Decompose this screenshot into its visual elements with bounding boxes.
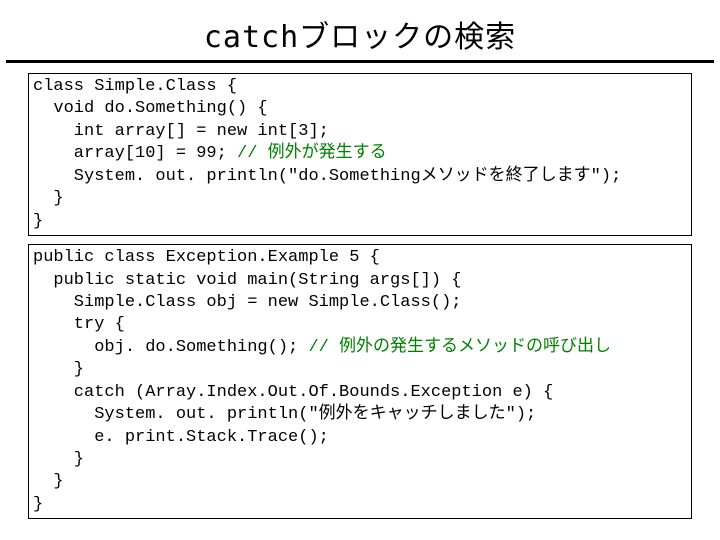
code-line: obj. do.Something();: [33, 338, 308, 357]
code-line: public class Exception.Example 5 {: [33, 248, 380, 267]
code-line: e. print.Stack.Trace();: [33, 428, 329, 447]
code-comment: // 例外の発生するメソッドの呼び出し: [308, 338, 611, 357]
code-block-2: public class Exception.Example 5 { publi…: [28, 244, 692, 519]
code-line: }: [33, 450, 84, 469]
code-line: }: [33, 472, 64, 491]
code-line: catch (Array.Index.Out.Of.Bounds.Excepti…: [33, 383, 553, 402]
code-line: void do.Something() {: [33, 99, 268, 118]
slide-title: catchブロックの検索: [0, 0, 720, 60]
slide: catchブロックの検索 class Simple.Class { void d…: [0, 0, 720, 540]
code-line: class Simple.Class {: [33, 77, 237, 96]
code-comment: // 例外が発生する: [237, 144, 387, 163]
code-line: }: [33, 212, 43, 231]
code-line: }: [33, 189, 64, 208]
code-line: System. out. println("do.Somethingメソッドを終…: [33, 167, 621, 186]
code-line: int array[] = new int[3];: [33, 122, 329, 141]
code-line: array[10] = 99;: [33, 144, 237, 163]
code-block-1: class Simple.Class { void do.Something()…: [28, 73, 692, 236]
code-text-1: class Simple.Class { void do.Something()…: [33, 76, 687, 233]
code-line: Simple.Class obj = new Simple.Class();: [33, 293, 461, 312]
code-line: }: [33, 360, 84, 379]
title-divider: [6, 60, 714, 63]
code-line: }: [33, 495, 43, 514]
code-line: System. out. println("例外をキャッチしました");: [33, 405, 536, 424]
code-line: public static void main(String args[]) {: [33, 271, 461, 290]
code-text-2: public class Exception.Example 5 { publi…: [33, 247, 687, 516]
code-line: try {: [33, 315, 125, 334]
